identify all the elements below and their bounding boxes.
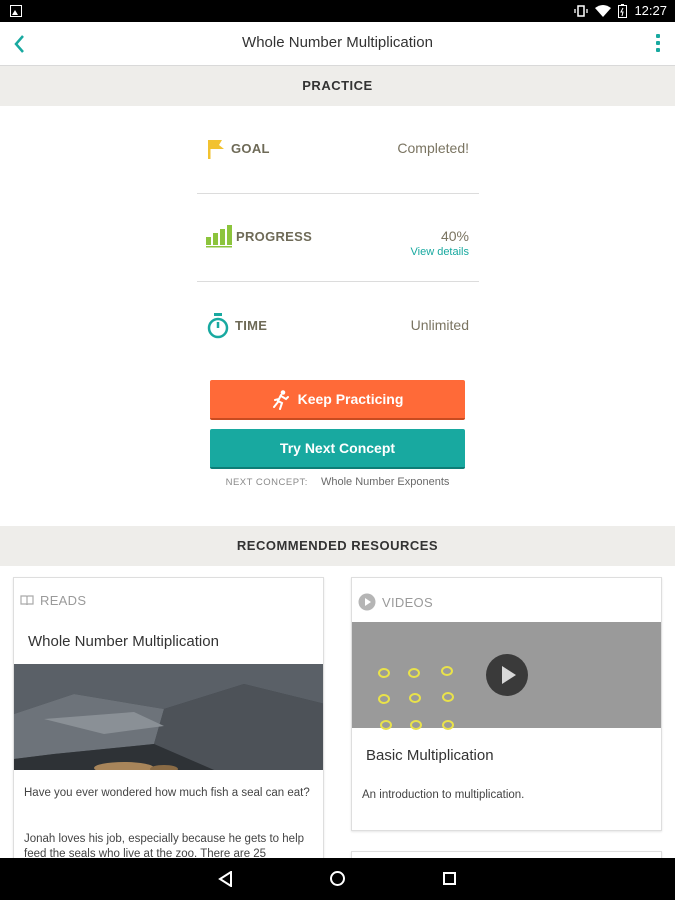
thumbnail-dot <box>380 720 392 730</box>
next-concept-label: NEXT CONCEPT: <box>225 477 308 488</box>
navigation-bar <box>0 858 675 900</box>
video-card[interactable]: VIDEOS Basic Multiplication An introduct… <box>351 577 662 831</box>
next-concept-value[interactable]: Whole Number Exponents <box>321 476 449 488</box>
reads-type-label: READS <box>40 593 87 608</box>
battery-icon <box>618 3 628 18</box>
nav-recents-icon[interactable] <box>443 872 456 885</box>
seal-image <box>14 664 323 770</box>
time-row: TIME Unlimited <box>197 282 479 370</box>
reads-type: READS <box>20 593 86 608</box>
wifi-icon <box>595 4 612 17</box>
stopwatch-icon <box>207 313 229 339</box>
clock: 12:27 <box>634 3 667 18</box>
play-button-icon[interactable] <box>486 654 528 696</box>
page-title: Whole Number Multiplication <box>242 34 433 51</box>
runner-icon <box>272 390 289 411</box>
image-notification-icon <box>10 5 22 17</box>
progress-value: 40% <box>440 228 469 244</box>
video-title: Basic Multiplication <box>366 747 494 764</box>
progress-row: PROGRESS 40% View details <box>197 194 479 282</box>
thumbnail-dot <box>408 668 420 678</box>
goal-value: Completed! <box>397 140 469 156</box>
flag-icon <box>208 140 224 159</box>
read-title: Whole Number Multiplication <box>28 633 219 650</box>
view-details-link[interactable]: View details <box>411 246 470 258</box>
read-description-1: Have you ever wondered how much fish a s… <box>24 787 310 799</box>
read-card[interactable]: READS Whole Number Multiplication Have y… <box>13 577 324 877</box>
thumbnail-dot <box>442 692 454 702</box>
nav-home-icon[interactable] <box>330 871 345 886</box>
try-next-concept-button[interactable]: Try Next Concept <box>210 429 465 469</box>
next-concept: NEXT CONCEPT: Whole Number Exponents <box>0 476 675 488</box>
progress-bars-icon <box>206 225 232 248</box>
goal-label: GOAL <box>231 141 270 156</box>
recommended-resources-header: RECOMMENDED RESOURCES <box>0 526 675 566</box>
goal-row: GOAL Completed! <box>197 106 479 194</box>
thumbnail-dot <box>442 720 454 730</box>
more-options-icon[interactable] <box>655 34 661 56</box>
thumbnail-dot <box>409 693 421 703</box>
keep-practicing-label: Keep Practicing <box>297 391 404 407</box>
time-value: Unlimited <box>410 317 469 333</box>
vibrate-icon <box>574 4 589 17</box>
thumbnail-dot <box>378 694 390 704</box>
video-play-icon <box>358 593 376 611</box>
keep-practicing-button[interactable]: Keep Practicing <box>210 380 465 420</box>
practice-header: PRACTICE <box>0 66 675 106</box>
nav-back-icon[interactable] <box>218 871 234 887</box>
thumbnail-dot <box>410 720 422 730</box>
thumbnail-dot <box>441 666 453 676</box>
time-label: TIME <box>235 318 268 333</box>
try-next-concept-label: Try Next Concept <box>279 440 396 456</box>
status-bar: 12:27 <box>0 0 675 22</box>
video-thumbnail[interactable] <box>352 622 661 730</box>
video-description: An introduction to multiplication. <box>362 789 525 801</box>
book-icon <box>20 595 34 606</box>
app-bar: Whole Number Multiplication <box>0 22 675 66</box>
thumbnail-dot <box>378 668 390 678</box>
videos-type-label: VIDEOS <box>382 594 433 610</box>
progress-label: PROGRESS <box>236 229 313 244</box>
videos-type: VIDEOS <box>358 593 433 611</box>
